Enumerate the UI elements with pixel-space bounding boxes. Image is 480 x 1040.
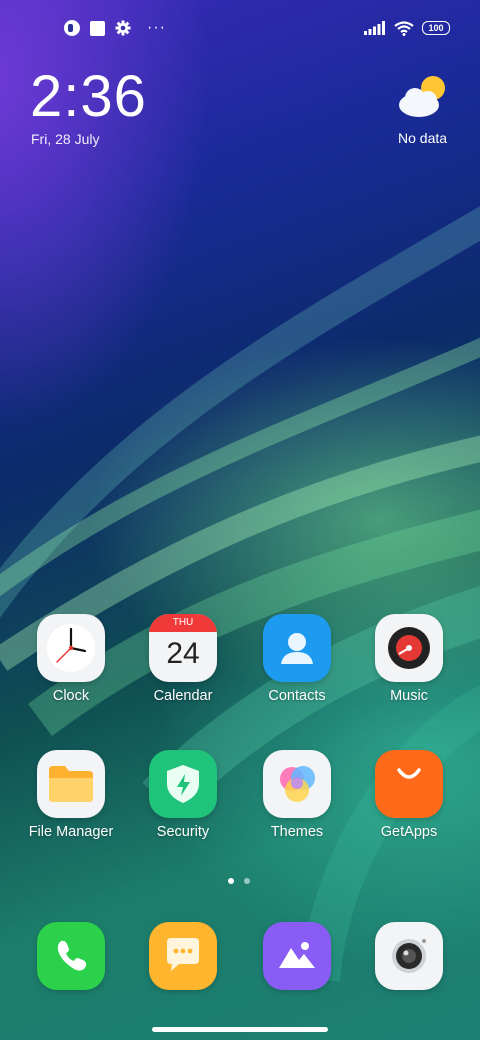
home-indicator[interactable] [152,1027,328,1032]
dock-phone[interactable] [16,922,126,990]
app-security[interactable]: Security [128,750,238,840]
app-label: Contacts [268,688,326,704]
app-music[interactable]: Music [354,614,464,704]
app-label: Calendar [153,688,213,704]
dock-gallery[interactable] [242,922,352,990]
settings-icon [115,20,131,36]
shopping-bag-icon [375,750,443,818]
contacts-icon [263,614,331,682]
wifi-icon [394,20,414,36]
messages-icon [149,922,217,990]
page-dot-active [228,878,234,884]
phone-icon [37,922,105,990]
more-dots-icon: ··· [147,19,166,36]
app-contacts[interactable]: Contacts [242,614,352,704]
page-indicator [228,878,250,884]
partly-cloudy-icon[interactable] [395,72,451,122]
clock-icon [37,614,105,682]
app-label: Security [156,824,210,840]
gallery-icon [263,922,331,990]
dock-messages[interactable] [128,922,238,990]
app-label: GetApps [380,824,438,840]
camera-icon [375,922,443,990]
app-label: File Manager [28,824,114,840]
app-calendar[interactable]: THU 24 Calendar [128,614,238,704]
battery-level: 100 [428,23,444,33]
clock-date[interactable]: Fri, 28 July [31,131,99,147]
themes-icon [263,750,331,818]
shield-icon [149,750,217,818]
signal-icon [364,21,385,35]
app-clock[interactable]: Clock [16,614,126,704]
calendar-day-name: THU [149,614,217,632]
dock-camera[interactable] [354,922,464,990]
wallpaper [0,206,480,982]
folder-icon [37,750,105,818]
music-icon [375,614,443,682]
square-notification-icon [90,20,105,36]
clock-time[interactable]: 2:36 [30,66,147,128]
app-label: Music [390,688,428,704]
calendar-icon: THU 24 [149,614,217,682]
app-getapps[interactable]: GetApps [354,750,464,840]
calendar-day-number: 24 [166,637,200,670]
app-label: Themes [270,824,324,840]
app-label: Clock [52,688,90,704]
page-dot [244,878,250,884]
notification-icon [64,20,80,36]
status-bar: ··· 100 [0,0,480,54]
app-file-manager[interactable]: File Manager [16,750,126,840]
app-themes[interactable]: Themes [242,750,352,840]
weather-status[interactable]: No data [398,130,447,146]
battery-icon: 100 [422,21,450,35]
